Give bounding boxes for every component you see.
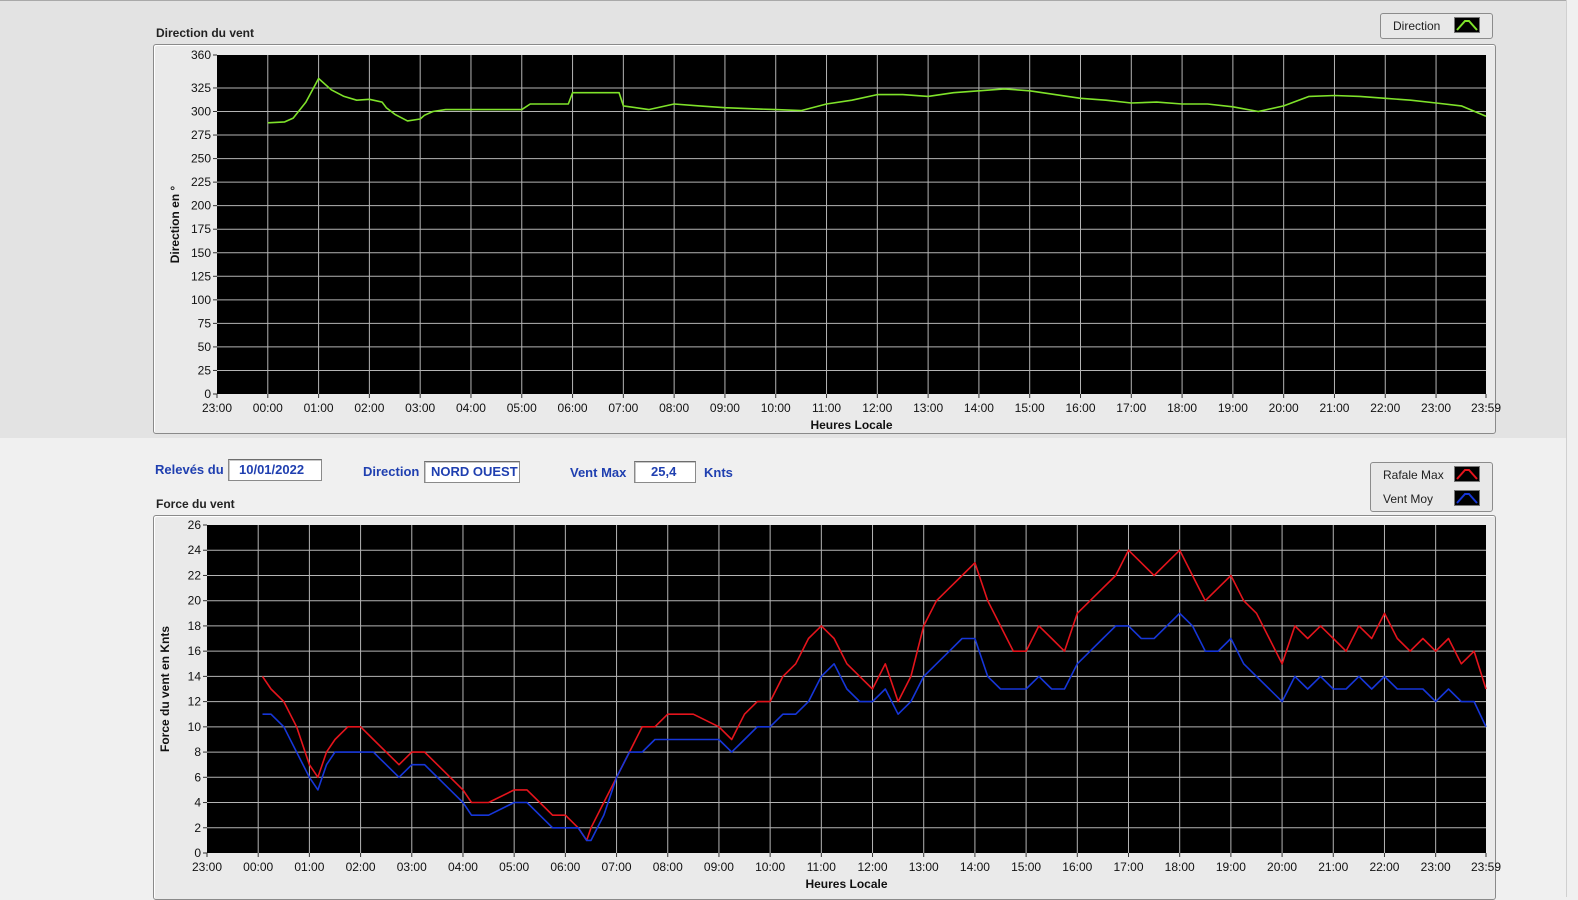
x-tick-label: 15:00 [1011,860,1041,874]
x-tick-label: 22:00 [1369,860,1399,874]
y-tick-label: 0 [194,846,201,860]
x-tick-label: 03:00 [397,860,427,874]
x-tick-label: 07:00 [602,860,632,874]
x-tick-label: 09:00 [704,860,734,874]
x-axis-label: Heures Locale [805,877,887,891]
x-tick-label: 02:00 [346,860,376,874]
y-tick-label: 22 [188,568,202,582]
x-tick-label: 05:00 [499,860,529,874]
y-axis-label: Force du vent en Knts [158,626,172,752]
x-tick-label: 10:00 [755,860,785,874]
x-tick-label: 08:00 [653,860,683,874]
x-tick-label: 23:59 [1471,860,1501,874]
y-tick-label: 10 [188,720,202,734]
x-tick-label: 16:00 [1062,860,1092,874]
y-tick-label: 24 [188,543,202,557]
x-tick-label: 00:00 [243,860,273,874]
x-tick-label: 23:00 [192,860,222,874]
x-tick-label: 19:00 [1216,860,1246,874]
y-tick-label: 8 [194,745,201,759]
x-tick-label: 04:00 [448,860,478,874]
x-tick-label: 06:00 [550,860,580,874]
x-tick-label: 17:00 [1113,860,1143,874]
y-tick-label: 6 [194,770,201,784]
x-tick-label: 18:00 [1165,860,1195,874]
y-tick-label: 12 [188,695,202,709]
x-tick-label: 01:00 [294,860,324,874]
force-chart: 23:00 00:00 01:00 02:00 03:00 04:00 05:00 06:00… [158,518,1501,891]
x-tick-label: 20:00 [1267,860,1297,874]
y-tick-label: 2 [194,821,201,835]
x-tick-label: 23:00 [1421,860,1451,874]
x-tick-label: 14:00 [960,860,990,874]
y-tick-label: 20 [188,594,202,608]
x-tick-label: 12:00 [858,860,888,874]
y-tick-label: 18 [188,619,202,633]
x-tick-label: 21:00 [1318,860,1348,874]
y-tick-label: 4 [194,796,201,810]
x-tick-label: 13:00 [909,860,939,874]
y-tick-label: 16 [188,644,202,658]
x-tick-label: 11:00 [807,860,836,874]
y-tick-label: 26 [188,518,202,532]
y-tick-label: 14 [188,669,202,683]
